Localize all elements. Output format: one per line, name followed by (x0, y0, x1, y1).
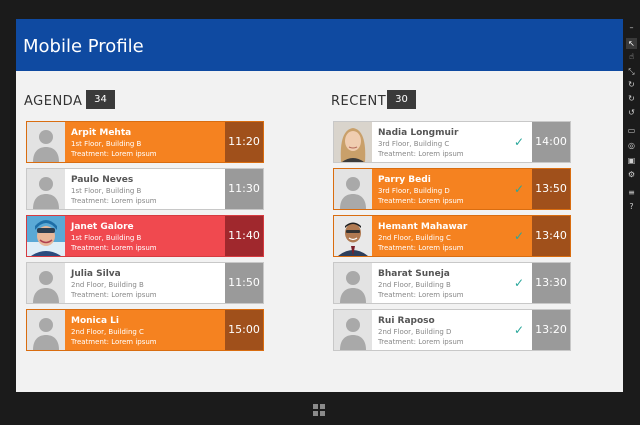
checkmark-icon: ✓ (513, 229, 524, 243)
appointment-time: 13:30 (532, 263, 570, 303)
person-name: Paulo Neves (71, 175, 134, 185)
windows-button[interactable] (313, 404, 325, 416)
appointment-time: 11:40 (225, 216, 263, 256)
recent-card[interactable]: Bharat Suneja 2nd Floor, Building B Treatm… (333, 262, 571, 304)
treatment-text: Treatment: Lorem ipsum (71, 338, 157, 346)
person-name: Janet Galore (71, 222, 134, 232)
location-text: 1st Floor, Building B (71, 187, 142, 195)
rotate-clockwise-icon[interactable]: ↻ (626, 93, 637, 104)
recent-card[interactable]: Hemant Mahawar 2nd Floor, Building C Treat… (333, 215, 571, 257)
location-icon[interactable]: ◎ (626, 140, 637, 151)
location-text: 2nd Floor, Building C (71, 328, 144, 336)
appointment-time: 11:20 (225, 122, 263, 162)
card-info: Janet Galore 1st Floor, Building B Treatme… (71, 221, 221, 253)
person-name: Monica Li (71, 316, 119, 326)
resolution-icon[interactable]: ▭ (626, 125, 637, 136)
person-name: Arpit Mehta (71, 128, 132, 138)
pinch-icon[interactable]: ⤡ (626, 66, 637, 77)
recent-card[interactable]: Nadia Longmuir 3rd Floor, Building C Treat… (333, 121, 571, 163)
card-info: Monica Li 2nd Floor, Building C Treatment:… (71, 315, 221, 347)
agenda-card[interactable]: Arpit Mehta 1st Floor, Building B Treatmen… (26, 121, 264, 163)
checkmark-icon: ✓ (513, 135, 524, 149)
recent-heading: RECENT (331, 94, 387, 109)
treatment-text: Treatment: Lorem ipsum (378, 338, 464, 346)
person-name: Bharat Suneja (378, 269, 450, 279)
recent-card[interactable]: Parry Bedi 3rd Floor, Building D Treatment… (333, 168, 571, 210)
card-info: Arpit Mehta 1st Floor, Building B Treatmen… (71, 127, 221, 159)
touch-icon[interactable]: ☝ (626, 51, 637, 62)
location-text: 2nd Floor, Building B (378, 281, 451, 289)
agenda-count-badge: 34 (86, 90, 115, 109)
appointment-time: 11:30 (225, 169, 263, 209)
card-info: Rui Raposo 2nd Floor, Building D Treatment… (378, 315, 528, 347)
treatment-text: Treatment: Lorem ipsum (71, 197, 157, 205)
location-text: 2nd Floor, Building B (71, 281, 144, 289)
agenda-card[interactable]: Paulo Neves 1st Floor, Building B Treatmen… (26, 168, 264, 210)
appointment-time: 14:00 (532, 122, 570, 162)
location-text: 1st Floor, Building B (71, 234, 142, 242)
person-placeholder-icon (334, 263, 372, 303)
location-text: 3rd Floor, Building D (378, 187, 450, 195)
appointment-time: 13:50 (532, 169, 570, 209)
person-name: Parry Bedi (378, 175, 431, 185)
person-name: Nadia Longmuir (378, 128, 459, 138)
appointment-time: 13:20 (532, 310, 570, 350)
person-name: Rui Raposo (378, 316, 435, 326)
treatment-text: Treatment: Lorem ipsum (71, 150, 157, 158)
person-placeholder-icon (27, 310, 65, 350)
person-placeholder-icon (334, 310, 372, 350)
checkmark-icon: ✓ (513, 276, 524, 290)
minimize-icon[interactable]: – (626, 22, 637, 33)
tablet-frame: Mobile Profile AGENDA 34 RECENT 30 Arpit… (0, 0, 640, 425)
checkmark-icon: ✓ (513, 182, 524, 196)
recent-count-badge: 30 (387, 90, 416, 109)
location-text: 2nd Floor, Building D (378, 328, 452, 336)
agenda-heading: AGENDA (24, 94, 83, 109)
person-placeholder-icon (27, 169, 65, 209)
screenshot-icon[interactable]: ▣ (626, 155, 637, 166)
treatment-text: Treatment: Lorem ipsum (71, 244, 157, 252)
card-info: Parry Bedi 3rd Floor, Building D Treatment… (378, 174, 528, 206)
profile-photo (334, 122, 372, 162)
location-text: 3rd Floor, Building C (378, 140, 450, 148)
person-placeholder-icon (334, 169, 372, 209)
title-bar: Mobile Profile (16, 19, 623, 71)
card-info: Julia Silva 2nd Floor, Building B Treatmen… (71, 268, 221, 300)
agenda-card[interactable]: Monica Li 2nd Floor, Building C Treatment:… (26, 309, 264, 351)
treatment-text: Treatment: Lorem ipsum (378, 291, 464, 299)
app-screen: Mobile Profile AGENDA 34 RECENT 30 Arpit… (16, 19, 623, 392)
agenda-card[interactable]: Julia Silva 2nd Floor, Building B Treatmen… (26, 262, 264, 304)
treatment-text: Treatment: Lorem ipsum (378, 197, 464, 205)
person-name: Julia Silva (71, 269, 121, 279)
treatment-text: Treatment: Lorem ipsum (71, 291, 157, 299)
profile-photo (334, 216, 372, 256)
rotate-counterclockwise-icon[interactable]: ↺ (626, 107, 637, 118)
appointment-time: 15:00 (225, 310, 263, 350)
recent-card[interactable]: Rui Raposo 2nd Floor, Building D Treatment… (333, 309, 571, 351)
card-info: Nadia Longmuir 3rd Floor, Building C Treat… (378, 127, 528, 159)
appointment-time: 13:40 (532, 216, 570, 256)
simulator-toolbar: – ↖ ☝ ⤡ ↻ ↻ ↺ ▭ ◎ ▣ ⚙ ≡? (623, 19, 640, 392)
treatment-text: Treatment: Lorem ipsum (378, 244, 464, 252)
person-placeholder-icon (27, 263, 65, 303)
person-name: Hemant Mahawar (378, 222, 468, 232)
person-placeholder-icon (27, 122, 65, 162)
agenda-card[interactable]: Janet Galore 1st Floor, Building B Treatme… (26, 215, 264, 257)
profile-photo (27, 216, 65, 256)
rotate-touch-icon[interactable]: ↻ (626, 79, 637, 90)
location-text: 2nd Floor, Building C (378, 234, 451, 242)
location-text: 1st Floor, Building B (71, 140, 142, 148)
network-icon[interactable]: ≡ (626, 187, 637, 198)
card-info: Paulo Neves 1st Floor, Building B Treatmen… (71, 174, 221, 206)
pointer-icon[interactable]: ↖ (626, 38, 637, 49)
card-info: Hemant Mahawar 2nd Floor, Building C Treat… (378, 221, 528, 253)
card-info: Bharat Suneja 2nd Floor, Building B Treatm… (378, 268, 528, 300)
checkmark-icon: ✓ (513, 323, 524, 337)
app-title: Mobile Profile (23, 36, 144, 57)
appointment-time: 11:50 (225, 263, 263, 303)
help-icon[interactable]: ? (626, 201, 637, 212)
settings-icon[interactable]: ⚙ (626, 169, 637, 180)
treatment-text: Treatment: Lorem ipsum (378, 150, 464, 158)
